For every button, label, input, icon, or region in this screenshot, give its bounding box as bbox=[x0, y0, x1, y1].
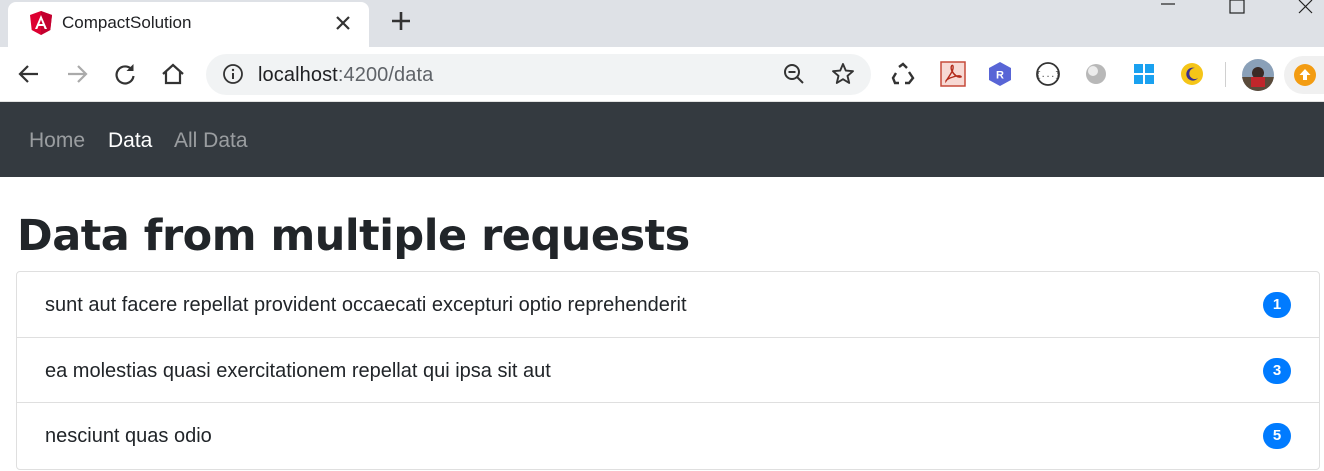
update-arrow-icon bbox=[1294, 64, 1316, 86]
nav-link-home[interactable]: Home bbox=[29, 129, 85, 153]
star-icon[interactable] bbox=[830, 61, 856, 87]
dark-mode-extension-icon[interactable] bbox=[1179, 61, 1205, 87]
tab-strip: CompactSolution bbox=[0, 0, 1324, 47]
profile-avatar[interactable] bbox=[1242, 59, 1274, 91]
minimize-icon[interactable] bbox=[1156, 0, 1180, 16]
address-bar[interactable]: localhost:4200/data bbox=[206, 54, 871, 95]
close-icon[interactable] bbox=[330, 10, 356, 36]
avatar-icon bbox=[1242, 59, 1274, 91]
list-item-badge: 5 bbox=[1263, 423, 1291, 450]
windows-extension-icon[interactable] bbox=[1131, 61, 1157, 87]
app-navbar: Home Data All Data bbox=[0, 102, 1324, 177]
svg-text:{...}: {...} bbox=[1036, 71, 1060, 80]
list-item-text: ea molestias quasi exercitationem repell… bbox=[45, 359, 551, 382]
url-host: localhost bbox=[258, 64, 338, 86]
maximize-icon[interactable] bbox=[1225, 0, 1249, 16]
angular-logo-icon bbox=[30, 11, 52, 35]
svg-text:R: R bbox=[996, 70, 1004, 82]
browser-tab[interactable]: CompactSolution bbox=[8, 2, 369, 47]
window-close-icon[interactable] bbox=[1294, 0, 1318, 16]
toolbar-divider bbox=[1225, 62, 1226, 87]
list-item-text: sunt aut facere repellat provident occae… bbox=[45, 294, 687, 316]
url-path: :4200/data bbox=[337, 64, 434, 86]
browser-toolbar: localhost:4200/data R {...} bbox=[0, 47, 1324, 102]
new-tab-icon[interactable] bbox=[386, 6, 416, 36]
sphere-extension-icon[interactable] bbox=[1083, 61, 1109, 87]
zoom-out-icon[interactable] bbox=[782, 62, 806, 86]
update-button[interactable] bbox=[1284, 56, 1324, 94]
home-icon[interactable] bbox=[158, 59, 188, 89]
list-item-badge: 1 bbox=[1263, 292, 1291, 318]
list-item-badge: 3 bbox=[1263, 357, 1291, 384]
page-title: Data from multiple requests bbox=[17, 211, 690, 261]
tab-title: CompactSolution bbox=[62, 13, 192, 32]
url-text[interactable]: localhost:4200/data bbox=[258, 64, 433, 87]
list-item-text: nesciunt quas odio bbox=[45, 425, 212, 448]
forward-arrow-icon[interactable] bbox=[62, 59, 92, 89]
nav-link-data[interactable]: Data bbox=[108, 129, 152, 153]
data-list: sunt aut facere repellat provident occae… bbox=[16, 271, 1320, 470]
list-item: sunt aut facere repellat provident occae… bbox=[17, 272, 1319, 338]
r-extension-icon[interactable]: R bbox=[987, 61, 1013, 87]
json-extension-icon[interactable]: {...} bbox=[1035, 61, 1061, 87]
list-item: ea molestias quasi exercitationem repell… bbox=[17, 338, 1319, 404]
nav-link-all-data[interactable]: All Data bbox=[174, 129, 248, 153]
back-arrow-icon[interactable] bbox=[14, 59, 44, 89]
list-item: nesciunt quas odio 5 bbox=[17, 403, 1319, 469]
recycle-extension-icon[interactable] bbox=[890, 61, 916, 87]
reload-icon[interactable] bbox=[110, 59, 140, 89]
pdf-extension-icon[interactable] bbox=[940, 61, 966, 87]
info-icon[interactable] bbox=[222, 63, 244, 85]
